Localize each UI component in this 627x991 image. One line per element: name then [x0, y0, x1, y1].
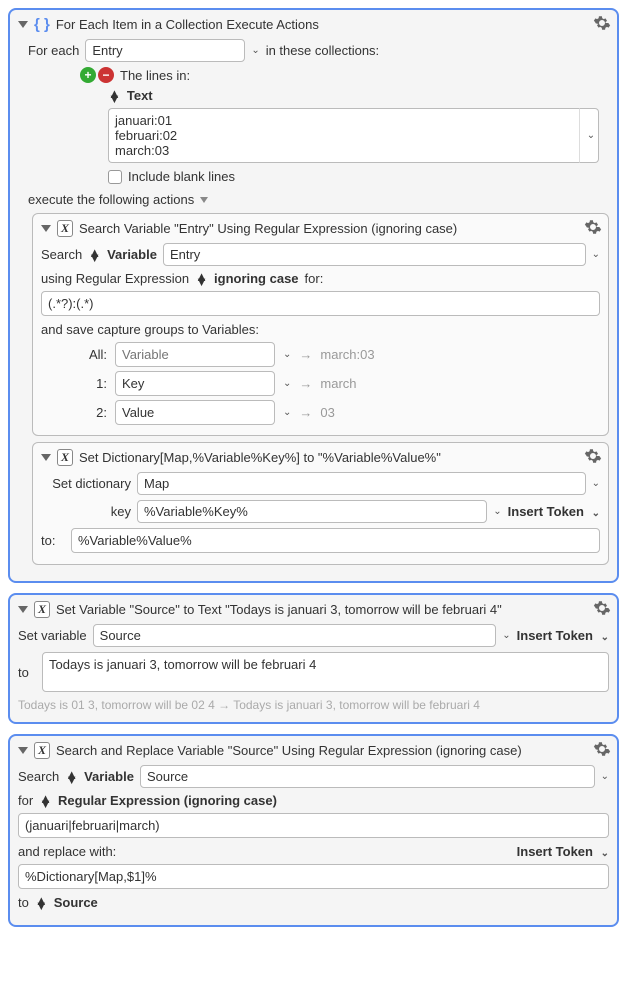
group2-result-preview: 03 — [320, 405, 334, 420]
gear-icon[interactable] — [593, 14, 611, 35]
text-source-label[interactable]: Text — [127, 88, 153, 103]
replace-with-label: and replace with: — [18, 844, 116, 859]
variable-name-select[interactable]: Entry — [163, 243, 586, 266]
updown-icon[interactable]: ▲▼ — [108, 91, 121, 101]
block-title: Set Variable "Source" to Text "Todays is… — [56, 602, 502, 617]
updown-icon[interactable]: ▲▼ — [195, 274, 208, 284]
insert-token-button[interactable]: Insert Token ⌄ — [517, 844, 609, 859]
all-result-preview: march:03 — [320, 347, 374, 362]
disclosure-triangle-icon[interactable] — [41, 225, 51, 232]
all-label: All: — [83, 347, 107, 362]
block-title: For Each Item in a Collection Execute Ac… — [56, 17, 319, 32]
for-label: for: — [305, 271, 324, 286]
block-title: Search and Replace Variable "Source" Usi… — [56, 743, 522, 758]
replace-value-input[interactable] — [18, 864, 609, 889]
gear-icon[interactable] — [584, 447, 602, 468]
arrow-icon: → — [299, 347, 312, 362]
chevron-down-icon[interactable]: ⌄ — [283, 349, 291, 360]
text-expand-button[interactable]: ⌄ — [579, 108, 599, 163]
variable-icon: X — [34, 742, 50, 759]
for-each-label: For each — [28, 43, 79, 58]
regex-input[interactable] — [18, 813, 609, 838]
set-variable-block: X Set Variable "Source" to Text "Todays … — [8, 593, 619, 724]
chevron-down-icon[interactable]: ⌄ — [283, 407, 291, 418]
variable-icon: X — [34, 601, 50, 618]
in-these-label: in these collections: — [266, 43, 379, 58]
set-dictionary-block: X Set Dictionary[Map,%Variable%Key%] to … — [32, 442, 609, 565]
variable-icon: X — [57, 220, 73, 237]
chevron-down-icon[interactable]: ⌄ — [601, 771, 609, 782]
set-variable-label: Set variable — [18, 628, 87, 643]
arrow-icon: → — [299, 376, 312, 391]
block-title: Search Variable "Entry" Using Regular Ex… — [79, 221, 457, 236]
disclosure-triangle-icon[interactable] — [18, 747, 28, 754]
save-groups-label: and save capture groups to Variables: — [41, 322, 259, 337]
variable-icon: X — [57, 449, 73, 466]
lines-in-label: The lines in: — [120, 68, 190, 83]
result-preview: Todays is 01 3, tomorrow will be 02 4 → … — [18, 698, 609, 712]
add-button[interactable]: + — [80, 67, 96, 83]
gear-icon[interactable] — [584, 218, 602, 239]
search-label: Search — [18, 769, 59, 784]
variable-name-select[interactable]: Source — [140, 765, 595, 788]
chevron-down-icon[interactable]: ⌄ — [592, 249, 600, 260]
disclosure-triangle-icon[interactable] — [200, 197, 208, 203]
chevron-down-icon[interactable]: ⌄ — [251, 45, 259, 56]
arrow-icon: → — [299, 405, 312, 420]
for-each-block: { } For Each Item in a Collection Execut… — [8, 8, 619, 583]
add-remove-buttons: + − — [80, 67, 114, 83]
to-target[interactable]: Source — [54, 895, 98, 910]
using-label: using Regular Expression — [41, 271, 189, 286]
updown-icon[interactable]: ▲▼ — [35, 898, 48, 908]
dictionary-name-select[interactable]: Map — [137, 472, 586, 495]
ignoring-case-toggle[interactable]: ignoring case — [214, 271, 299, 286]
insert-token-button[interactable]: Insert Token ⌄ — [508, 504, 600, 519]
to-value-input[interactable] — [71, 528, 600, 553]
updown-icon[interactable]: ▲▼ — [65, 772, 78, 782]
variable-token[interactable]: Variable — [84, 769, 134, 784]
chevron-down-icon[interactable]: ⌄ — [283, 378, 291, 389]
include-blank-label: Include blank lines — [128, 169, 235, 184]
disclosure-triangle-icon[interactable] — [18, 606, 28, 613]
all-var-input[interactable] — [115, 342, 275, 367]
braces-icon: { } — [34, 16, 50, 33]
insert-token-button[interactable]: Insert Token ⌄ — [517, 628, 609, 643]
group1-var-input[interactable] — [115, 371, 275, 396]
disclosure-triangle-icon[interactable] — [41, 454, 51, 461]
for-label: for — [18, 793, 33, 808]
to-text-input[interactable]: Todays is januari 3, tomorrow will be fe… — [42, 652, 609, 692]
updown-icon[interactable]: ▲▼ — [88, 250, 101, 260]
gear-icon[interactable] — [593, 599, 611, 620]
search-replace-block: X Search and Replace Variable "Source" U… — [8, 734, 619, 927]
chevron-down-icon[interactable]: ⌄ — [493, 506, 501, 517]
regex-input[interactable] — [41, 291, 600, 316]
variable-name-select[interactable]: Source — [93, 624, 497, 647]
remove-button[interactable]: − — [98, 67, 114, 83]
block-title: Set Dictionary[Map,%Variable%Key%] to "%… — [79, 450, 441, 465]
set-dictionary-label: Set dictionary — [41, 476, 131, 491]
variable-token[interactable]: Variable — [107, 247, 157, 262]
disclosure-triangle-icon[interactable] — [18, 21, 28, 28]
group2-label: 2: — [83, 405, 107, 420]
regex-mode-toggle[interactable]: Regular Expression (ignoring case) — [58, 793, 277, 808]
key-value-select[interactable]: %Variable%Key% — [137, 500, 487, 523]
include-blank-checkbox[interactable] — [108, 170, 122, 184]
chevron-down-icon[interactable]: ⌄ — [592, 478, 600, 489]
group1-label: 1: — [83, 376, 107, 391]
updown-icon[interactable]: ▲▼ — [39, 796, 52, 806]
key-label: key — [41, 504, 131, 519]
to-label: to — [18, 895, 29, 910]
to-label: to: — [41, 533, 65, 548]
search-variable-block: X Search Variable "Entry" Using Regular … — [32, 213, 609, 436]
text-content-input[interactable]: januari:01 februari:02 march:03 — [108, 108, 579, 163]
gear-icon[interactable] — [593, 740, 611, 761]
group1-result-preview: march — [320, 376, 356, 391]
to-label: to — [18, 665, 36, 680]
search-label: Search — [41, 247, 82, 262]
group2-var-input[interactable] — [115, 400, 275, 425]
chevron-down-icon[interactable]: ⌄ — [502, 630, 510, 641]
execute-actions-label: execute the following actions — [28, 192, 194, 207]
for-each-var-select[interactable]: Entry — [85, 39, 245, 62]
